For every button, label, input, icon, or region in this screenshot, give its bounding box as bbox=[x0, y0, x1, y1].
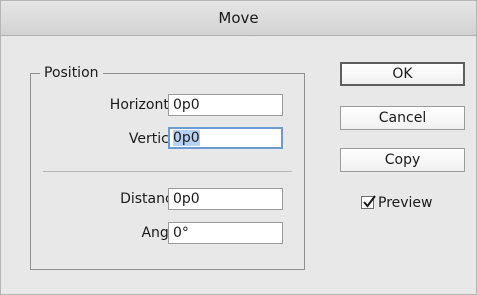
vertical-value: 0p0 bbox=[173, 130, 200, 146]
move-dialog: Move Position Horizontal: 0p0 Vertical: … bbox=[0, 0, 477, 295]
dialog-title: Move bbox=[1, 1, 476, 36]
preview-label: Preview bbox=[378, 195, 433, 211]
preview-option[interactable]: Preview bbox=[361, 193, 433, 213]
horizontal-field[interactable]: 0p0 bbox=[168, 94, 283, 116]
preview-checkbox[interactable] bbox=[361, 195, 376, 209]
position-group: Position Horizontal: 0p0 Vertical: 0p0 D… bbox=[30, 63, 305, 270]
ok-button[interactable]: OK bbox=[340, 62, 465, 86]
angle-field[interactable]: 0° bbox=[168, 222, 283, 244]
group-divider bbox=[43, 171, 292, 172]
distance-value: 0p0 bbox=[173, 191, 200, 207]
vertical-field[interactable]: 0p0 bbox=[168, 127, 283, 149]
position-group-legend: Position bbox=[40, 63, 103, 83]
distance-field[interactable]: 0p0 bbox=[168, 188, 283, 210]
checkmark-icon bbox=[363, 195, 376, 208]
copy-button[interactable]: Copy bbox=[340, 148, 465, 172]
angle-value: 0° bbox=[173, 225, 189, 241]
cancel-button[interactable]: Cancel bbox=[340, 106, 465, 130]
horizontal-value: 0p0 bbox=[173, 97, 200, 113]
